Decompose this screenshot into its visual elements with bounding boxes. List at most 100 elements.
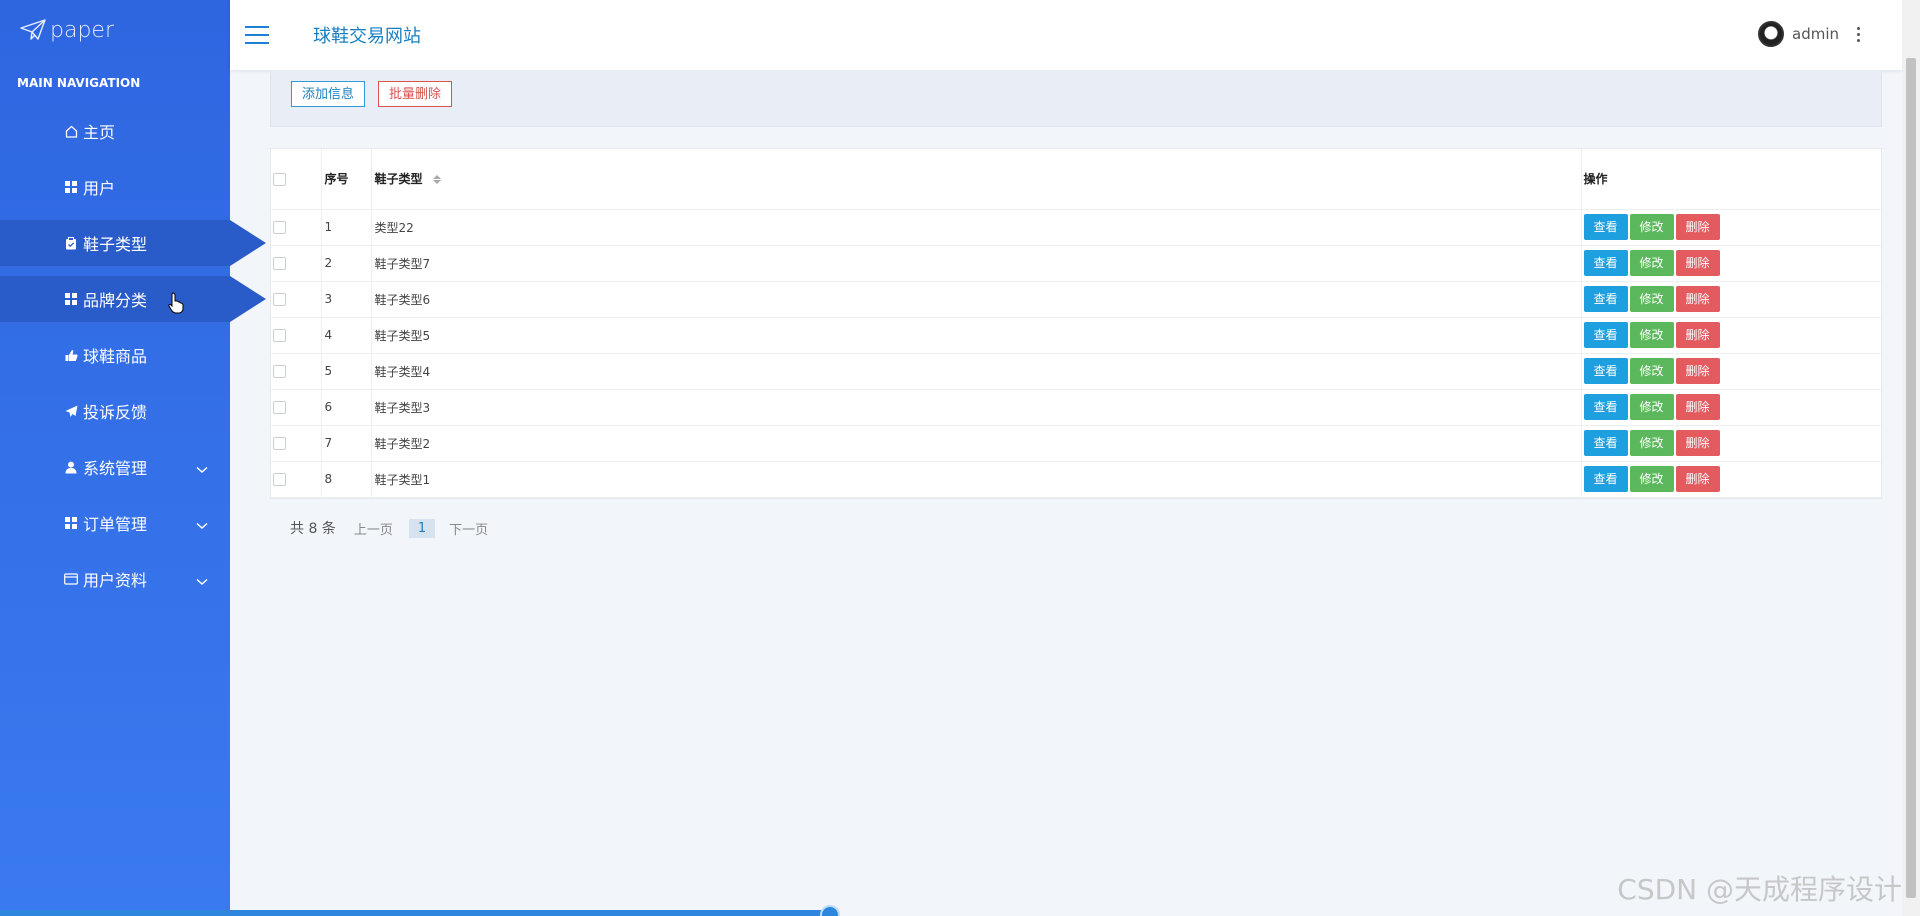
next-page-button[interactable]: 下一页 <box>449 519 488 538</box>
row-index: 6 <box>321 389 372 426</box>
edit-button[interactable]: 修改 <box>1629 358 1674 384</box>
delete-button[interactable]: 删除 <box>1675 286 1720 312</box>
header-operations: 操作 <box>1581 149 1881 210</box>
clipboard-icon <box>64 236 78 250</box>
edit-button[interactable]: 修改 <box>1629 250 1674 276</box>
view-button[interactable]: 查看 <box>1583 394 1628 420</box>
delete-button[interactable]: 删除 <box>1675 250 1720 276</box>
sidebar-item-label: 鞋子类型 <box>83 235 148 254</box>
sort-icon[interactable] <box>432 175 441 185</box>
mouse-pointer-icon <box>168 292 184 314</box>
watermark: CSDN @天成程序设计 <box>1617 873 1902 906</box>
delete-button[interactable]: 删除 <box>1675 430 1720 456</box>
view-button[interactable]: 查看 <box>1583 286 1628 312</box>
delete-button[interactable]: 删除 <box>1675 358 1720 384</box>
header-shoe-type[interactable]: 鞋子类型 <box>371 149 1582 210</box>
row-index: 5 <box>321 353 372 390</box>
sidebar-item-label: 订单管理 <box>83 515 148 534</box>
row-shoe-type: 类型22 <box>371 209 1582 246</box>
sidebar-item-complaint-feedback[interactable]: 投诉反馈 <box>0 388 230 434</box>
row-checkbox[interactable] <box>273 257 286 270</box>
view-button[interactable]: 查看 <box>1583 466 1628 492</box>
view-button[interactable]: 查看 <box>1583 214 1628 240</box>
prev-page-button[interactable]: 上一页 <box>354 519 393 538</box>
table-row: 5 鞋子类型4 查看 修改 删除 <box>271 353 1881 390</box>
sidebar-item-user-profile[interactable]: 用户资料 <box>0 556 230 602</box>
chevron-down-icon <box>196 571 208 590</box>
view-button[interactable]: 查看 <box>1583 250 1628 276</box>
row-index: 1 <box>321 209 372 246</box>
more-vertical-icon[interactable] <box>1857 26 1860 42</box>
vertical-scrollbar[interactable] <box>1902 0 1920 916</box>
row-shoe-type: 鞋子类型4 <box>371 353 1582 390</box>
row-index: 8 <box>321 461 372 498</box>
page-number-button[interactable]: 1 <box>408 518 436 538</box>
row-shoe-type: 鞋子类型5 <box>371 317 1582 354</box>
row-index: 7 <box>321 425 372 462</box>
sidebar-item-brand-category[interactable]: 品牌分类 <box>0 276 266 322</box>
grid-icon <box>64 180 78 194</box>
scrollbar-thumb[interactable] <box>1906 58 1916 898</box>
select-all-checkbox[interactable] <box>273 172 286 186</box>
edit-button[interactable]: 修改 <box>1629 466 1674 492</box>
row-checkbox[interactable] <box>273 473 286 486</box>
delete-button[interactable]: 删除 <box>1675 322 1720 348</box>
sidebar-item-order-management[interactable]: 订单管理 <box>0 500 230 546</box>
pagination: 共 8 条 上一页 1 下一页 <box>290 518 488 538</box>
row-index: 4 <box>321 317 372 354</box>
row-shoe-type: 鞋子类型2 <box>371 425 1582 462</box>
row-checkbox[interactable] <box>273 293 286 306</box>
row-shoe-type: 鞋子类型6 <box>371 281 1582 318</box>
delete-button[interactable]: 删除 <box>1675 466 1720 492</box>
sidebar-item-users[interactable]: 用户 <box>0 164 230 210</box>
edit-button[interactable]: 修改 <box>1629 286 1674 312</box>
batch-delete-button[interactable]: 批量删除 <box>378 81 453 107</box>
card-icon <box>64 572 78 586</box>
view-button[interactable]: 查看 <box>1583 322 1628 348</box>
user-name[interactable]: admin <box>1792 25 1839 43</box>
top-header: 球鞋交易网站 admin <box>230 0 1902 70</box>
logo-text: paper <box>50 17 114 43</box>
view-button[interactable]: 查看 <box>1583 430 1628 456</box>
chevron-down-icon <box>196 459 208 478</box>
site-title: 球鞋交易网站 <box>313 26 421 47</box>
sidebar-item-label: 投诉反馈 <box>83 403 148 422</box>
total-count: 共 8 条 <box>290 521 336 537</box>
data-table: 序号 鞋子类型 操作 1 类型22 查看 修改 删除 2 鞋子类型7 查看 修改 删除 3 鞋子类型6… <box>270 148 1882 499</box>
sidebar-item-label: 品牌分类 <box>83 291 148 310</box>
logo[interactable]: paper <box>0 0 230 60</box>
sidebar-item-sneaker-goods[interactable]: 球鞋商品 <box>0 332 230 378</box>
sidebar-item-system-management[interactable]: 系统管理 <box>0 444 230 490</box>
table-header-row: 序号 鞋子类型 操作 <box>271 149 1881 210</box>
header-shoe-type-label: 鞋子类型 <box>374 172 423 187</box>
table-row: 1 类型22 查看 修改 删除 <box>271 209 1881 246</box>
row-checkbox[interactable] <box>273 437 286 450</box>
add-info-button[interactable]: 添加信息 <box>291 81 366 107</box>
delete-button[interactable]: 删除 <box>1675 394 1720 420</box>
home-icon <box>64 124 78 138</box>
hamburger-menu-icon[interactable] <box>245 26 269 44</box>
sidebar-item-label: 系统管理 <box>83 459 148 478</box>
table-row: 6 鞋子类型3 查看 修改 删除 <box>271 389 1881 426</box>
sidebar-item-home[interactable]: 主页 <box>0 108 230 154</box>
progress-knob[interactable] <box>820 905 840 916</box>
avatar[interactable] <box>1758 21 1784 47</box>
edit-button[interactable]: 修改 <box>1629 322 1674 348</box>
row-index: 2 <box>321 245 372 282</box>
row-shoe-type: 鞋子类型7 <box>371 245 1582 282</box>
view-button[interactable]: 查看 <box>1583 358 1628 384</box>
edit-button[interactable]: 修改 <box>1629 430 1674 456</box>
user-menu[interactable]: admin <box>1758 21 1860 47</box>
sidebar-item-shoe-type[interactable]: 鞋子类型 <box>0 220 266 266</box>
row-checkbox[interactable] <box>273 329 286 342</box>
row-checkbox[interactable] <box>273 221 286 234</box>
nav-section-title: MAIN NAVIGATION <box>17 76 141 90</box>
edit-button[interactable]: 修改 <box>1629 214 1674 240</box>
edit-button[interactable]: 修改 <box>1629 394 1674 420</box>
sidebar-item-label: 球鞋商品 <box>83 347 148 366</box>
header-index: 序号 <box>321 149 372 210</box>
row-checkbox[interactable] <box>273 365 286 378</box>
row-checkbox[interactable] <box>273 401 286 414</box>
table-row: 7 鞋子类型2 查看 修改 删除 <box>271 425 1881 462</box>
delete-button[interactable]: 删除 <box>1675 214 1720 240</box>
